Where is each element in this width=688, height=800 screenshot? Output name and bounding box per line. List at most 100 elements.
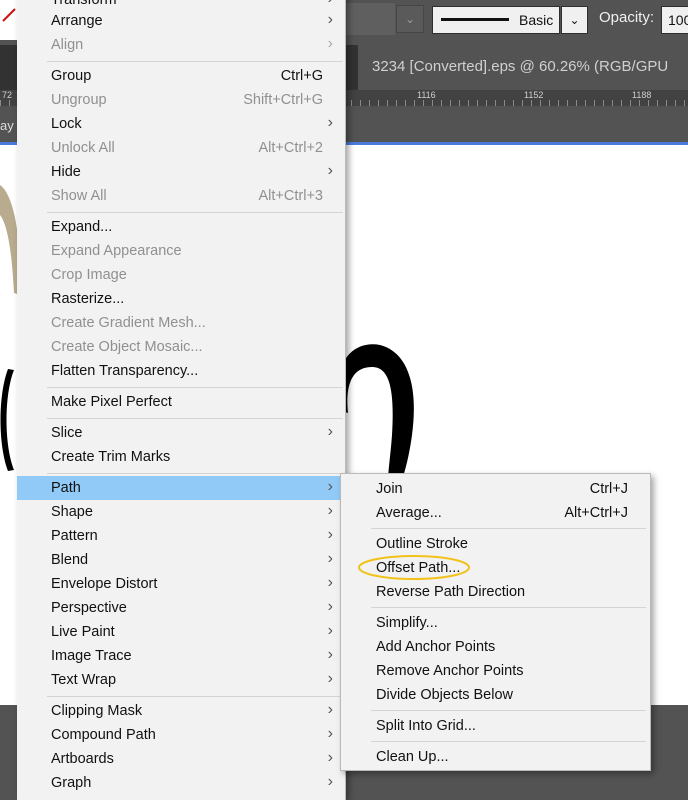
chevron-right-icon: › <box>327 162 333 179</box>
menu-item-compound-path[interactable]: Compound Path › <box>17 723 345 747</box>
menu-item-live-paint[interactable]: Live Paint › <box>17 620 345 644</box>
menu-item-slice[interactable]: Slice › <box>17 421 345 445</box>
submenu-item-shortcut: Alt+Ctrl+J <box>564 505 628 521</box>
chevron-right-icon: › <box>327 749 333 766</box>
menu-separator <box>371 741 646 742</box>
menu-separator <box>371 710 646 711</box>
menu-item-label: Arrange <box>51 13 103 29</box>
menu-item-label: Show All <box>51 188 107 204</box>
menu-item-shortcut: Alt+Ctrl+2 <box>258 140 323 156</box>
menu-item-unlock-all[interactable]: Unlock All Alt+Ctrl+2 <box>17 136 345 160</box>
menu-item-label: Make Pixel Perfect <box>51 394 172 410</box>
ruler-label: 72 <box>2 90 13 100</box>
menu-item-label: Live Paint <box>51 624 115 640</box>
chevron-right-icon: › <box>328 0 333 8</box>
path-submenu: Join Ctrl+J Average... Alt+Ctrl+J Outline St… <box>340 473 651 771</box>
submenu-item-label: Join <box>376 481 403 497</box>
menu-item-lock[interactable]: Lock › <box>17 112 345 136</box>
submenu-item-split-into-grid[interactable]: Split Into Grid... <box>341 714 650 738</box>
menu-separator <box>371 607 646 608</box>
document-tab-title: 3234 [Converted].eps @ 60.26% (RGB/GPU <box>372 58 669 75</box>
menu-item-image-trace[interactable]: Image Trace › <box>17 644 345 668</box>
menu-item-create-trim-marks[interactable]: Create Trim Marks <box>17 445 345 469</box>
chevron-down-icon: ⌄ <box>404 12 416 26</box>
chevron-right-icon: › <box>327 478 333 495</box>
menu-item-shortcut: Shift+Ctrl+G <box>243 92 323 108</box>
menu-item-align[interactable]: Align › <box>17 33 345 57</box>
menu-item-label: Create Trim Marks <box>51 449 171 465</box>
offset-path-highlight-ring <box>358 555 470 580</box>
menu-item-clipping-mask[interactable]: Clipping Mask › <box>17 699 345 723</box>
menu-item-label: Ungroup <box>51 92 107 108</box>
opacity-input[interactable]: 100 <box>661 6 688 34</box>
menu-item-hide[interactable]: Hide › <box>17 160 345 184</box>
submenu-item-label: Simplify... <box>376 615 438 631</box>
submenu-item-remove-anchor-points[interactable]: Remove Anchor Points <box>341 659 650 683</box>
menu-item-shape[interactable]: Shape › <box>17 500 345 524</box>
submenu-item-label: Divide Objects Below <box>376 687 513 703</box>
submenu-item-label: Split Into Grid... <box>376 718 476 734</box>
menu-separator <box>371 528 646 529</box>
submenu-item-simplify[interactable]: Simplify... <box>341 611 650 635</box>
menu-item-show-all[interactable]: Show All Alt+Ctrl+3 <box>17 184 345 208</box>
menu-item-label: Expand... <box>51 219 113 235</box>
menu-item-group[interactable]: Group Ctrl+G <box>17 64 345 88</box>
menu-item-label: Unlock All <box>51 140 115 156</box>
submenu-item-outline-stroke[interactable]: Outline Stroke <box>341 532 650 556</box>
ruler-label: 1152 <box>524 90 544 100</box>
submenu-item-shortcut: Ctrl+J <box>589 481 628 497</box>
menu-item-label: Path <box>51 480 81 496</box>
submenu-item-add-anchor-points[interactable]: Add Anchor Points <box>341 635 650 659</box>
chevron-right-icon: › <box>327 646 333 663</box>
menu-item-label: Text Wrap <box>51 672 117 688</box>
brush-dropdown-button[interactable]: ⌄ <box>561 6 588 34</box>
chevron-right-icon: › <box>327 598 333 615</box>
chevron-right-icon: › <box>327 725 333 742</box>
menu-item-blend[interactable]: Blend › <box>17 548 345 572</box>
menu-item-artboards[interactable]: Artboards › <box>17 747 345 771</box>
menu-item-arrange[interactable]: Arrange › <box>17 9 345 33</box>
menu-item-label: Artboards <box>51 751 114 767</box>
menu-item-flatten-transparency[interactable]: Flatten Transparency... <box>17 359 345 383</box>
menu-item-graph[interactable]: Graph › <box>17 771 345 795</box>
menu-item-text-wrap[interactable]: Text Wrap › <box>17 668 345 692</box>
menu-item-label: Graph <box>51 775 92 791</box>
menu-item-label: Rasterize... <box>51 291 125 307</box>
menu-item-make-pixel-perfect[interactable]: Make Pixel Perfect <box>17 390 345 414</box>
chevron-right-icon: › <box>327 574 333 591</box>
menu-item-label: Clipping Mask <box>51 703 143 719</box>
menu-item-label: Compound Path <box>51 727 156 743</box>
document-tab[interactable]: 3234 [Converted].eps @ 60.26% (RGB/GPU <box>358 45 688 90</box>
menu-separator <box>47 473 343 474</box>
menu-item-label: Flatten Transparency... <box>51 363 199 379</box>
menu-item-expand[interactable]: Expand... <box>17 215 345 239</box>
submenu-item-divide-objects-below[interactable]: Divide Objects Below <box>341 683 650 707</box>
stroke-weight-field[interactable] <box>345 3 395 35</box>
submenu-item-average[interactable]: Average... Alt+Ctrl+J <box>341 501 650 525</box>
submenu-item-join[interactable]: Join Ctrl+J <box>341 477 650 501</box>
menu-item-label: Group <box>51 68 92 84</box>
menu-item-create-gradient-mesh[interactable]: Create Gradient Mesh... <box>17 311 345 335</box>
menu-item-rasterize[interactable]: Rasterize... <box>17 287 345 311</box>
menu-separator <box>47 387 343 388</box>
chevron-right-icon: › <box>327 423 333 440</box>
menu-item-crop-image[interactable]: Crop Image <box>17 263 345 287</box>
menu-separator <box>47 696 343 697</box>
stroke-style-label: Basic <box>519 12 554 28</box>
menu-item-expand-appearance[interactable]: Expand Appearance <box>17 239 345 263</box>
menu-item-pattern[interactable]: Pattern › <box>17 524 345 548</box>
stroke-weight-dropdown[interactable]: ⌄ <box>396 5 424 33</box>
menu-separator <box>47 418 343 419</box>
menu-item-ungroup[interactable]: Ungroup Shift+Ctrl+G <box>17 88 345 112</box>
submenu-item-reverse-path-direction[interactable]: Reverse Path Direction <box>341 580 650 604</box>
menu-item-create-object-mosaic[interactable]: Create Object Mosaic... <box>17 335 345 359</box>
brush-definition-picker[interactable]: Basic <box>432 6 560 34</box>
menu-item-label: Shape <box>51 504 93 520</box>
chevron-down-icon: ⌄ <box>569 13 580 27</box>
menu-item-perspective[interactable]: Perspective › <box>17 596 345 620</box>
submenu-item-clean-up[interactable]: Clean Up... <box>341 745 650 769</box>
chevron-right-icon: › <box>327 35 333 52</box>
menu-item-label: Lock <box>51 116 82 132</box>
menu-item-envelope-distort[interactable]: Envelope Distort › <box>17 572 345 596</box>
menu-item-path[interactable]: Path › <box>17 476 345 500</box>
